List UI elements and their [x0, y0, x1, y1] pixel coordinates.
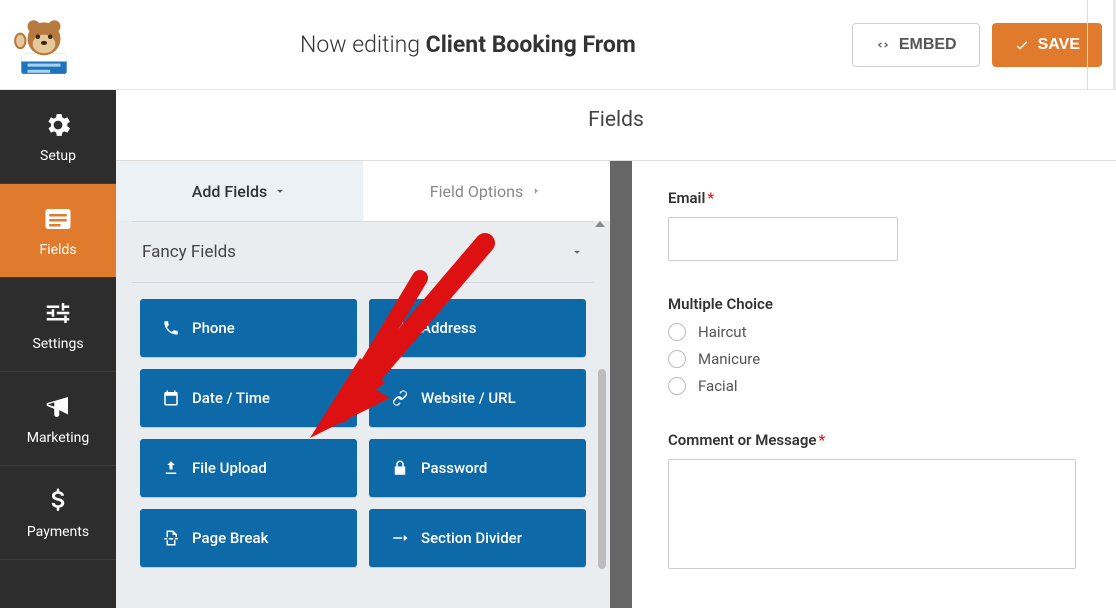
- sidebar-item-payments[interactable]: Payments: [0, 466, 116, 560]
- field-section-divider[interactable]: Section Divider: [369, 509, 586, 567]
- building-icon: [391, 319, 409, 337]
- wpforms-logo: [4, 10, 84, 80]
- editing-prefix: Now editing: [300, 31, 426, 58]
- choice-option[interactable]: Manicure: [668, 350, 1076, 368]
- pagebreak-icon: [162, 529, 180, 547]
- chevron-down-icon: [570, 245, 584, 259]
- dollar-icon: [43, 486, 73, 516]
- field-phone[interactable]: Phone: [140, 299, 357, 357]
- sliders-icon: [43, 298, 73, 328]
- chevron-right-icon: [529, 184, 543, 198]
- embed-button[interactable]: EMBED: [852, 23, 980, 67]
- panel-divider: [610, 161, 632, 608]
- scrollbar[interactable]: [598, 221, 606, 608]
- label-comment: Comment or Message*: [668, 431, 1076, 449]
- sidebar-item-fields[interactable]: Fields: [0, 184, 116, 278]
- radio-icon[interactable]: [668, 350, 686, 368]
- form-title: Now editing Client Booking From: [84, 31, 852, 58]
- field-website-url[interactable]: Website / URL: [369, 369, 586, 427]
- scroll-thumb[interactable]: [598, 369, 606, 569]
- field-date-time[interactable]: Date / Time: [140, 369, 357, 427]
- list-icon: [43, 204, 73, 234]
- calendar-icon: [162, 389, 180, 407]
- fields-panel: Add Fields Field Options Fancy Fields: [116, 161, 610, 608]
- sidebar-item-setup[interactable]: Setup: [0, 90, 116, 184]
- link-icon: [391, 389, 409, 407]
- field-password[interactable]: Password: [369, 439, 586, 497]
- field-page-break[interactable]: Page Break: [140, 509, 357, 567]
- tab-field-options[interactable]: Field Options: [363, 161, 610, 221]
- code-icon: [875, 37, 891, 53]
- sidebar-item-settings[interactable]: Settings: [0, 278, 116, 372]
- choice-option[interactable]: Haircut: [668, 323, 1076, 341]
- form-name: Client Booking From: [426, 31, 636, 58]
- bullhorn-icon: [43, 392, 73, 422]
- field-file-upload[interactable]: File Upload: [140, 439, 357, 497]
- builder-sidebar: Setup Fields Settings Marketing Payments: [0, 90, 116, 608]
- chevron-down-icon: [273, 184, 287, 198]
- tab-add-fields[interactable]: Add Fields: [116, 161, 363, 221]
- decoration: [1087, 0, 1088, 90]
- upload-icon: [162, 459, 180, 477]
- check-icon: [1014, 37, 1030, 53]
- choice-option[interactable]: Facial: [668, 377, 1076, 395]
- input-email[interactable]: [668, 217, 898, 261]
- save-button[interactable]: SAVE: [992, 23, 1102, 67]
- required-asterisk: *: [707, 189, 714, 207]
- form-preview: Email* Multiple Choice Haircut Manicure: [632, 161, 1116, 608]
- field-address[interactable]: Address: [369, 299, 586, 357]
- divider-icon: [391, 529, 409, 547]
- input-comment[interactable]: [668, 459, 1076, 569]
- choices-group: Haircut Manicure Facial: [668, 323, 1076, 395]
- lock-icon: [391, 459, 409, 477]
- label-email: Email*: [668, 189, 1076, 207]
- label-multiple-choice: Multiple Choice: [668, 295, 1076, 313]
- required-asterisk: *: [818, 431, 825, 449]
- group-fancy-fields[interactable]: Fancy Fields: [132, 221, 594, 283]
- phone-icon: [162, 319, 180, 337]
- header-actions: EMBED SAVE: [852, 23, 1102, 67]
- section-title: Fields: [116, 90, 1116, 161]
- builder-header: Now editing Client Booking From EMBED SA…: [0, 0, 1116, 90]
- fields-scroll[interactable]: Fancy Fields Phone Address: [116, 221, 610, 605]
- gear-icon: [43, 110, 73, 140]
- sidebar-item-marketing[interactable]: Marketing: [0, 372, 116, 466]
- radio-icon[interactable]: [668, 323, 686, 341]
- radio-icon[interactable]: [668, 377, 686, 395]
- scroll-up-icon[interactable]: [595, 221, 605, 227]
